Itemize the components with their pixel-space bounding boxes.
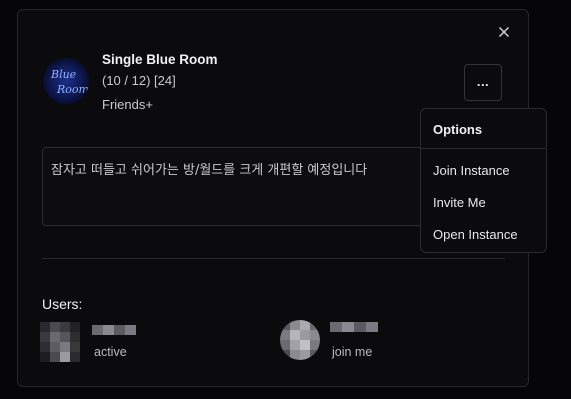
user-status: join me: [332, 345, 373, 359]
room-thumbnail: Blue Room: [43, 58, 89, 104]
options-menu-divider: [421, 148, 546, 149]
bottom-strip: [0, 389, 571, 399]
user-name-redacted: [330, 322, 378, 332]
options-menu: Options Join Instance Invite Me Open Ins…: [420, 108, 547, 253]
menu-item-open-instance[interactable]: Open Instance: [433, 227, 518, 242]
menu-item-invite-me[interactable]: Invite Me: [433, 195, 486, 210]
thumbnail-text-2: Room: [56, 83, 89, 96]
more-options-button[interactable]: ...: [464, 64, 502, 101]
menu-item-join-instance[interactable]: Join Instance: [433, 163, 510, 178]
room-access-type: Friends+: [102, 97, 153, 112]
options-menu-title: Options: [433, 122, 483, 137]
divider: [42, 258, 505, 259]
thumbnail-text-1: Blue: [50, 68, 77, 81]
user-name-redacted: [92, 325, 136, 335]
user-avatar[interactable]: [40, 322, 80, 362]
user-avatar[interactable]: [280, 320, 320, 360]
user-status: active: [94, 345, 127, 359]
close-icon[interactable]: [496, 24, 512, 40]
users-heading: Users:: [42, 296, 83, 312]
room-user-count: (10 / 12) [24]: [102, 73, 176, 88]
room-name: Single Blue Room: [102, 52, 218, 67]
